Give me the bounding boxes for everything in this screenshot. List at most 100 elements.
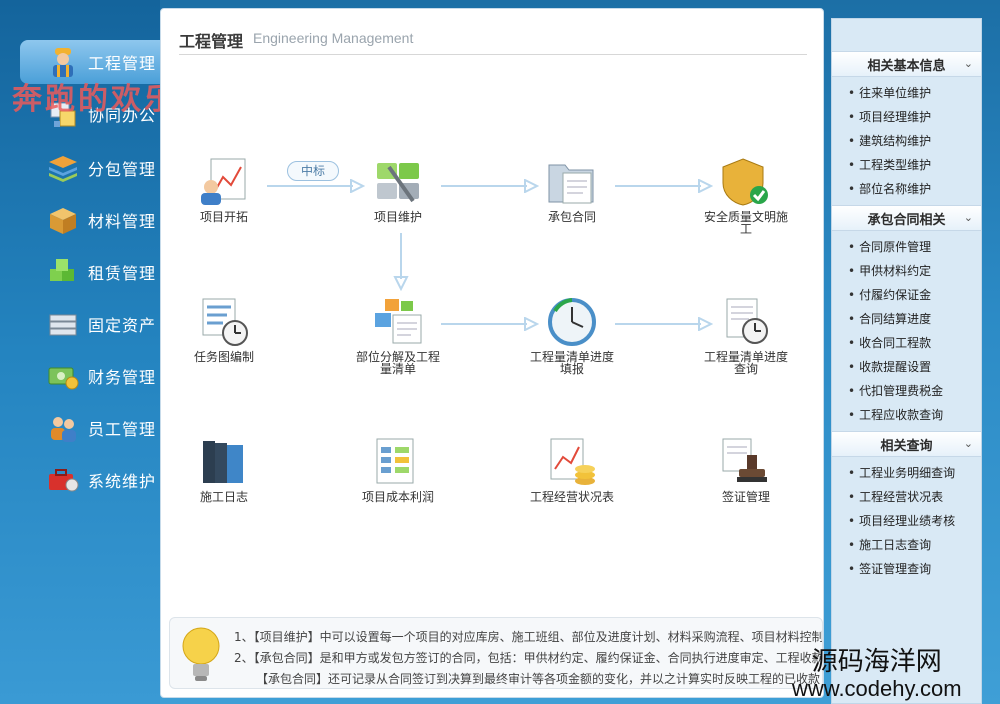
chevron-down-icon: ⌄ xyxy=(963,57,973,70)
panel-link[interactable]: 施工日志查询 xyxy=(848,533,978,557)
flow-node-label: 安全质量文明施工 xyxy=(703,210,788,236)
link-list: 往来单位维护 项目经理维护 建筑结构维护 工程类型维护 部位名称维护 xyxy=(848,81,978,201)
page-header: 工程管理 Engineering Management xyxy=(179,19,807,55)
progress-clock-icon xyxy=(548,298,596,346)
users-icon xyxy=(51,417,76,442)
flow-node-safety[interactable]: 安全质量文明施工 xyxy=(691,157,801,235)
flow-node-cost-profit[interactable]: 项目成本利润 xyxy=(343,437,453,503)
section-title: 承包合同相关 xyxy=(867,212,946,228)
panel-link[interactable]: 项目经理维护 xyxy=(848,105,978,129)
flow-arrow-down xyxy=(393,233,409,291)
panel-link[interactable]: 收合同工程款 xyxy=(848,331,978,355)
nav-label: 分包管理 xyxy=(88,160,157,179)
tips-box: 1、【项目维护】中可以设置每一个项目的对应库房、施工班组、部位及进度计划、材料采… xyxy=(169,617,823,689)
section-header-query[interactable]: 相关查询 ⌄ xyxy=(832,431,981,457)
money-icon xyxy=(48,367,79,390)
panel-link[interactable]: 代扣管理费税金 xyxy=(848,379,978,403)
nav-item-system[interactable]: 系统维护 xyxy=(20,458,160,502)
panel-link[interactable]: 部位名称维护 xyxy=(848,177,978,201)
flow-node-label: 施工日志 xyxy=(199,490,248,504)
nav-label: 系统维护 xyxy=(88,472,157,491)
panel-link[interactable]: 工程类型维护 xyxy=(848,153,978,177)
flow-node-label: 部位分解及工程量清单 xyxy=(355,350,440,376)
panel-link[interactable]: 项目经理业绩考核 xyxy=(848,509,978,533)
nav-item-office[interactable]: 协同办公 xyxy=(20,92,160,136)
maintenance-icon xyxy=(377,163,419,203)
stamp-icon xyxy=(722,438,767,482)
right-panel: 相关基本信息 ⌄ 往来单位维护 项目经理维护 建筑结构维护 工程类型维护 部位名… xyxy=(831,18,982,704)
cost-profit-icon xyxy=(376,438,414,484)
flow-node-project-start[interactable]: 项目开拓 xyxy=(169,157,279,223)
decompose-icon xyxy=(375,299,422,344)
left-nav: 工程管理 协同办公 分包管理 材料管理 租赁管理 固定资产 财务管理 员工管理 … xyxy=(0,0,160,704)
contract-folder-icon xyxy=(548,164,594,204)
flow-node-label: 承包合同 xyxy=(547,210,596,224)
nav-label: 员工管理 xyxy=(88,420,157,439)
business-report-icon xyxy=(550,438,595,485)
flow-node-progress-query[interactable]: 工程量清单进度查询 xyxy=(691,297,801,375)
cubes-icon xyxy=(50,259,74,281)
main-content: 工程管理 Engineering Management 中标 项目开拓 项目维护… xyxy=(160,8,824,698)
panel-link[interactable]: 建筑结构维护 xyxy=(848,129,978,153)
nav-item-subcontract[interactable]: 分包管理 xyxy=(20,146,160,190)
section-header-basic-info[interactable]: 相关基本信息 ⌄ xyxy=(832,51,981,77)
chevron-down-icon: ⌄ xyxy=(963,211,973,224)
nav-label: 租赁管理 xyxy=(88,264,157,283)
panel-link[interactable]: 付履约保证金 xyxy=(848,283,978,307)
nav-label: 财务管理 xyxy=(88,368,157,387)
flow-node-maintenance[interactable]: 项目维护 xyxy=(343,157,453,223)
flow-node-label: 项目开拓 xyxy=(199,210,248,224)
flow-node-task-chart[interactable]: 任务图编制 xyxy=(169,297,279,363)
nav-item-assets[interactable]: 固定资产 xyxy=(20,302,160,346)
nav-item-finance[interactable]: 财务管理 xyxy=(20,354,160,398)
flow-node-progress-fill[interactable]: 工程量清单进度填报 xyxy=(517,297,627,375)
nav-label: 材料管理 xyxy=(88,212,157,231)
layers-icon xyxy=(49,156,77,182)
tips-text: 1、【项目维护】中可以设置每一个项目的对应库房、施工班组、部位及进度计划、材料采… xyxy=(234,627,822,688)
tip-line: 【承包合同】还可记录从合同签订到决算到最终审计等各项金额的变化，并以之计算实时反… xyxy=(256,672,821,686)
panel-link[interactable]: 工程业务明细查询 xyxy=(848,461,978,485)
section-title: 相关基本信息 xyxy=(867,58,946,74)
safety-shield-icon xyxy=(722,158,768,206)
lightbulb-icon xyxy=(182,627,220,681)
flow-node-decompose[interactable]: 部位分解及工程量清单 xyxy=(343,297,453,375)
progress-query-icon xyxy=(726,298,768,344)
flow-node-label: 工程经营状况表 xyxy=(529,490,614,504)
flow-node-label: 项目维护 xyxy=(373,210,422,224)
nav-label: 协同办公 xyxy=(88,106,157,125)
toolbox-icon xyxy=(49,469,79,492)
panel-link[interactable]: 签证管理查询 xyxy=(848,557,978,581)
panel-link[interactable]: 工程经营状况表 xyxy=(848,485,978,509)
task-chart-icon xyxy=(202,298,248,346)
flow-node-contract[interactable]: 承包合同 xyxy=(517,157,627,223)
panel-link[interactable]: 工程应收款查询 xyxy=(848,403,978,427)
chevron-down-icon: ⌄ xyxy=(963,437,973,450)
flow-node-log[interactable]: 施工日志 xyxy=(169,437,279,503)
project-start-icon xyxy=(201,158,246,205)
flow-node-business-report[interactable]: 工程经营状况表 xyxy=(517,437,627,503)
link-list: 工程业务明细查询 工程经营状况表 项目经理业绩考核 施工日志查询 签证管理查询 xyxy=(848,461,978,581)
flow-node-label: 签证管理 xyxy=(721,490,770,504)
box-icon xyxy=(50,208,76,234)
flow-node-label: 工程量清单进度填报 xyxy=(529,350,614,376)
flow-node-label: 任务图编制 xyxy=(193,350,254,364)
panel-link[interactable]: 甲供材料约定 xyxy=(848,259,978,283)
nav-label: 固定资产 xyxy=(88,316,157,335)
panel-link[interactable]: 往来单位维护 xyxy=(848,81,978,105)
tag-badge: 中标 xyxy=(287,161,339,181)
nav-item-material[interactable]: 材料管理 xyxy=(20,198,160,242)
flow-node-label: 工程量清单进度查询 xyxy=(703,350,788,376)
log-book-icon xyxy=(203,441,243,483)
panel-link[interactable]: 合同原件管理 xyxy=(848,235,978,259)
nav-item-lease[interactable]: 租赁管理 xyxy=(20,250,160,294)
section-header-contract[interactable]: 承包合同相关 ⌄ xyxy=(832,205,981,231)
worker-icon xyxy=(53,48,73,77)
nav-item-staff[interactable]: 员工管理 xyxy=(20,406,160,450)
flow-node-label: 项目成本利润 xyxy=(361,490,434,504)
nav-item-engineering[interactable]: 工程管理 xyxy=(20,40,160,84)
panel-link[interactable]: 收款提醒设置 xyxy=(848,355,978,379)
page-title: 工程管理 xyxy=(179,32,244,51)
panel-link[interactable]: 合同结算进度 xyxy=(848,307,978,331)
section-title: 相关查询 xyxy=(880,438,933,454)
flow-node-visa[interactable]: 签证管理 xyxy=(691,437,801,503)
